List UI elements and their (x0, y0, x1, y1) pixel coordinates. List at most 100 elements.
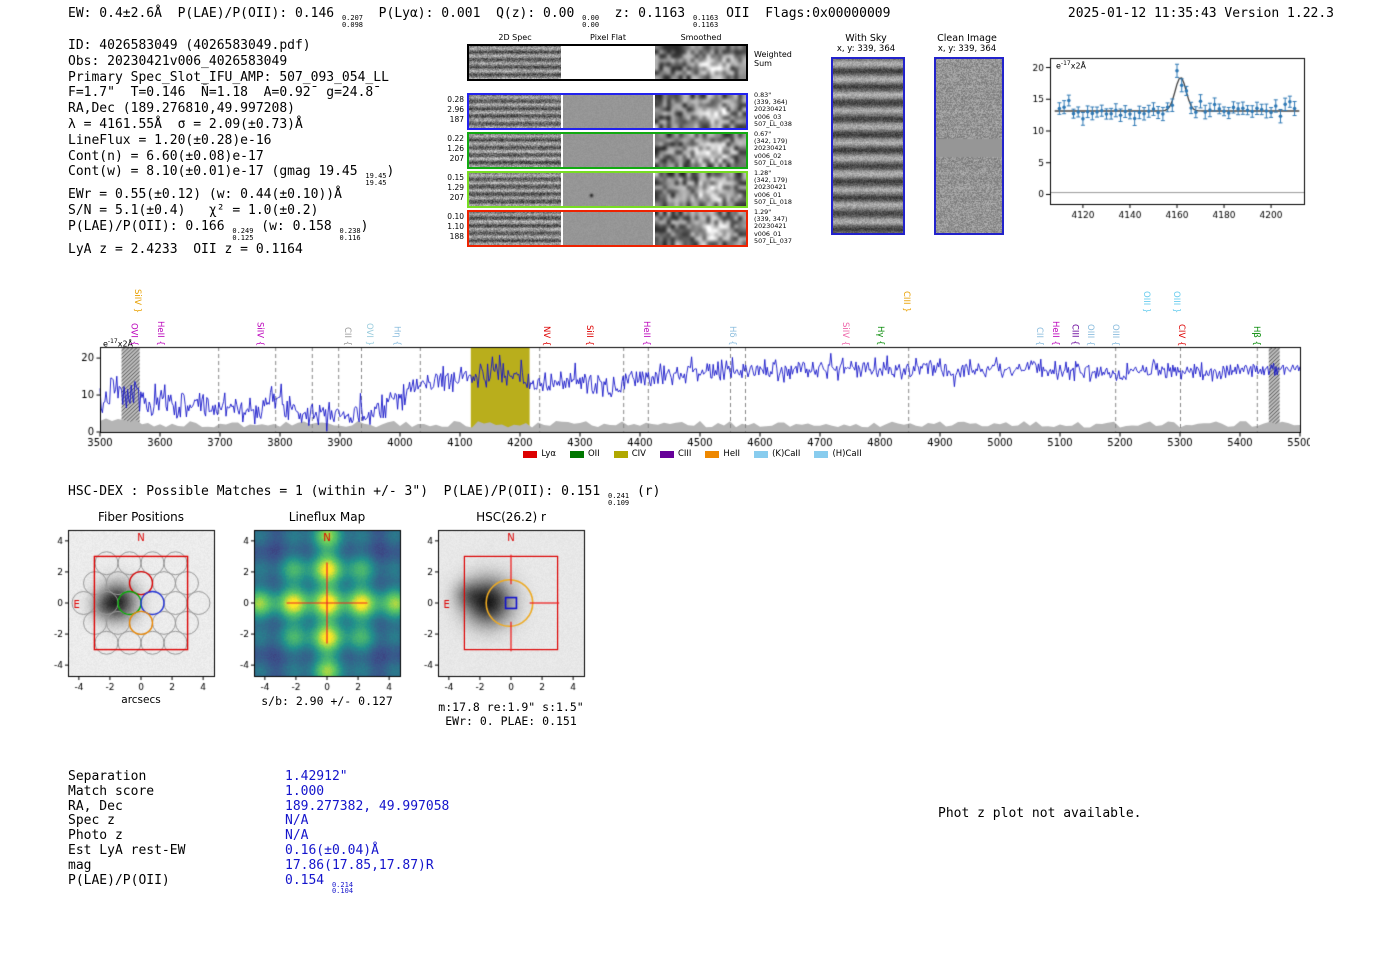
stacked-uncertainty: 0.1163 0.1163 (693, 15, 718, 29)
legend-label: HeII (723, 449, 741, 459)
lower-uncertainty: 0.00 (582, 20, 600, 29)
spec2d-info-line: 507_LL_018 (754, 158, 792, 167)
legend-item: (H)CaII (814, 449, 862, 459)
legend-swatch (613, 450, 628, 458)
catalog-match-table: Separation 1.42912" Match score 1.000 RA, De… (68, 769, 449, 896)
spec2d-2dspec-image (469, 95, 561, 128)
legend-swatch (705, 450, 720, 458)
photz-note: Phot z plot not available. (938, 806, 1142, 821)
stacked-uncertainty: 0.214 0.104 (332, 881, 353, 896)
emission-line-label: CIII } (900, 291, 911, 313)
spec2d-stat: 188 (449, 231, 464, 241)
main-plot-unit-label: e-17x2Å (103, 338, 134, 349)
col-header-pixelflat: Pixel Flat (590, 33, 626, 42)
spec2d-row-left-stats: 0.28 2.96 187 (436, 95, 464, 124)
clean-image-frame (934, 57, 1004, 235)
spec2d-smoothed-image (655, 212, 746, 245)
spec2d-row-left-stats: 0.15 1.29 207 (436, 173, 464, 202)
hsc-cutout-title: HSC(26.2) r (476, 510, 546, 524)
spec2d-row-images (467, 210, 748, 247)
with-sky-image (833, 59, 903, 233)
match-row-value: 0.154 0.214 0.104 (285, 872, 354, 896)
spec2d-stat: 0.22 (447, 134, 464, 143)
match-row-label: Spec z (68, 813, 115, 829)
hsc-caption-ewr-plae: EWr: 0. PLAE: 0.151 (445, 714, 577, 728)
col-header-smoothed: Smoothed (680, 33, 722, 42)
spec2d-row-right-info: 1.29" (339, 347) 20230421 v006_01 507_LL_037 (754, 208, 802, 245)
col-header-2dspec: 2D Spec (498, 33, 532, 42)
spec2d-2dspec-image (469, 134, 561, 167)
legend-item: HeII (705, 449, 740, 459)
emission-line-label: OIII } (1140, 290, 1151, 313)
detection-info-block: ID: 4026583049 (4026583049.pdf) Obs: 2023… (68, 38, 394, 257)
spec2d-pixelflat-image (563, 95, 653, 128)
emission-line-label: SiIV } (132, 288, 143, 313)
spec2d-smoothed-image (655, 134, 746, 167)
spec2d-smoothed-image (655, 95, 746, 128)
lower-uncertainty: 0.125 (232, 233, 254, 242)
match-row-value: N/A (285, 828, 309, 844)
legend-item: Lyα (523, 449, 556, 459)
spec2d-stat: 1.29 (447, 182, 464, 192)
clean-image-title: Clean Image (937, 33, 997, 44)
lower-uncertainty: 19.45 (365, 179, 387, 188)
match-row-label: mag (68, 857, 92, 873)
spec2d-2dspec-image (469, 212, 561, 245)
legend-item: CIV (613, 449, 646, 459)
legend-item: CIII (659, 449, 692, 459)
spec2d-stat: 0.15 (447, 173, 464, 182)
lower-uncertainty: 0.1163 (692, 20, 719, 29)
spec2d-row-images (467, 93, 748, 130)
info-line: F=1.7" T=0.146 N̄=1.18 A=0.92̄ g=24.8̄ (68, 85, 374, 101)
spec2d-row-images (467, 44, 748, 81)
header-summary: EW: 0.4±2.6Å P(LAE)/P(OII): 0.146 0.207 0… (68, 6, 891, 29)
line-fit-plot (1020, 46, 1312, 228)
spec2d-pixelflat-image (563, 46, 653, 79)
emission-line-labels: SiIV } OVI {HeII {SiIV {CII {OVI } Hη {NV … (75, 255, 1310, 347)
legend-label: (K)CaII (772, 449, 801, 459)
info-line: S/N = 5.1(±0.4) χ² = 1.0(±0.2) (68, 202, 319, 218)
spec2d-2dspec-image (469, 46, 561, 79)
legend-swatch (814, 450, 829, 458)
match-row-value: 0.16(±0.04)Å (285, 842, 379, 858)
spec2d-2dspec-image (469, 173, 561, 206)
spec2d-row-right-info: 0.83" (339, 364) 20230421 v006_03 507_LL_038 (754, 91, 802, 128)
legend-label: CIII (677, 449, 692, 459)
lower-uncertainty: 0.116 (339, 233, 361, 242)
match-row-label: Match score (68, 783, 155, 799)
spec2d-stat: 0.28 (447, 95, 464, 104)
elixer-report-page: { "header": { "left": [ "EW: 0.4±2.6Å P(… (0, 0, 1400, 953)
spec2d-stat: 207 (449, 192, 464, 202)
info-line: Cont(w) = 8.10(±0.01)e-17 (gmag 19.45 19… (68, 164, 395, 188)
info-line: λ = 4161.55Å σ = 2.09(±0.73)Å (68, 116, 303, 132)
spec2d-row-left-stats: 0.10 1.10 188 (436, 212, 464, 241)
spec2d-stat: 207 (449, 153, 464, 163)
lower-uncertainty: 0.109 (608, 498, 630, 507)
spec2d-row-right-info: 0.67" (342, 179) 20230421 v006_02 507_LL_018 (754, 130, 802, 167)
match-row-value: 1.000 (285, 783, 325, 799)
info-line: EWr = 0.55(±0.12) (w: 0.44(±0.10))Å (68, 187, 342, 203)
spec2d-info-line: Weighted (754, 50, 792, 59)
clean-image-xy: x, y: 339, 364 (937, 44, 997, 54)
match-row-label: RA, Dec (68, 798, 123, 814)
hsc-dex-match-line: HSC-DEX : Possible Matches = 1 (within +… (68, 484, 661, 507)
spec2d-stat: 2.96 (447, 104, 464, 114)
info-line: LineFlux = 1.20(±0.28)e-16 (68, 132, 272, 148)
fiber-xlabel: arcsecs (121, 694, 161, 706)
spec2d-row-images (467, 132, 748, 169)
spec2d-smoothed-image (655, 46, 746, 79)
legend-swatch (754, 450, 769, 458)
info-line: Cont(n) = 6.60(±0.08)e-17 (68, 148, 264, 164)
mini-plot-unit-label: e-17x2Å (1056, 60, 1087, 71)
stacked-uncertainty: 19.45 19.45 (365, 173, 386, 187)
info-line: RA,Dec (189.276810,49.997208) (68, 101, 295, 117)
spec2d-info-line: 507_LL_038 (754, 119, 792, 128)
spec2d-stat: 1.26 (447, 143, 464, 153)
legend-label: (H)CaII (832, 449, 862, 459)
stacked-uncertainty: 0.238 0.116 (339, 227, 361, 242)
match-row-label: Est LyA rest-EW (68, 842, 186, 858)
spec2d-stat: 1.10 (447, 221, 464, 231)
fiber-positions-title: Fiber Positions (97, 510, 185, 524)
fiber-positions-cutout (38, 524, 222, 694)
legend-item: (K)CaII (754, 449, 800, 459)
